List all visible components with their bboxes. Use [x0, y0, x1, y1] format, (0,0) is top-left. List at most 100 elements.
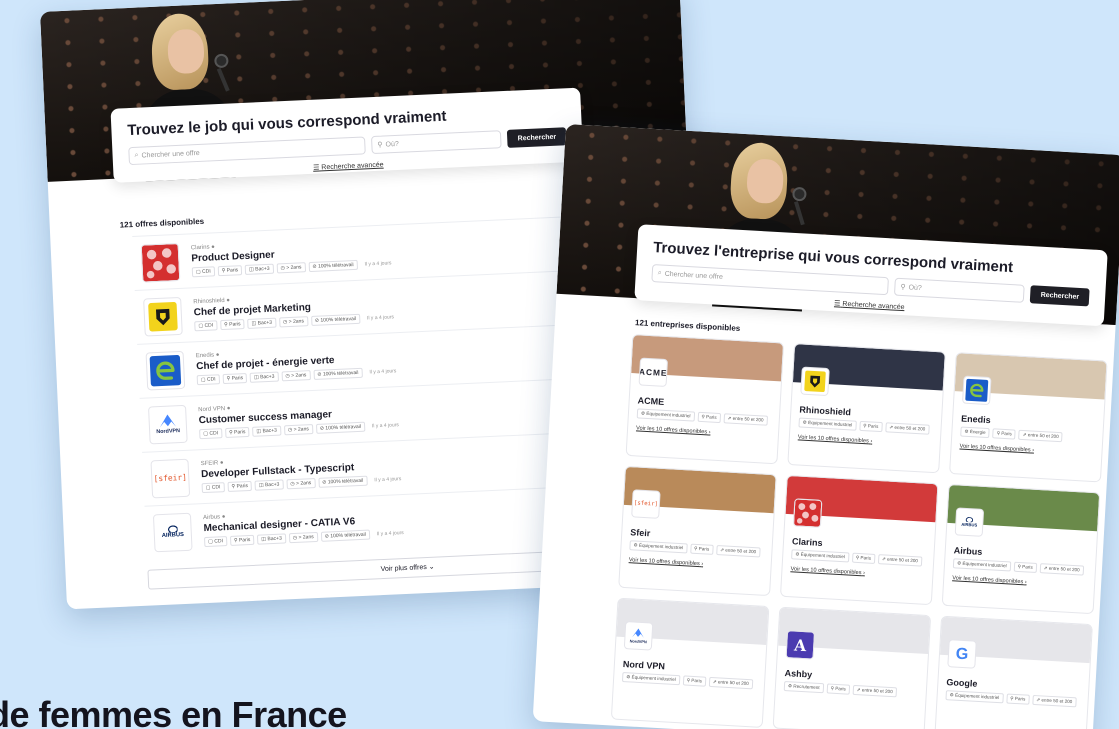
search-button[interactable]: Rechercher [507, 127, 567, 148]
size-tag: ⇗ entre 50 et 200 [1018, 429, 1063, 443]
city-tag: ⚲ Paris [697, 411, 721, 424]
sfeir-logo: [sfeir] [150, 458, 191, 498]
job-tag: ⊘ 100% télétravail [320, 529, 371, 542]
job-tag: ◫ Bac+3 [257, 532, 287, 545]
job-tag: ▢ CDI [194, 319, 218, 331]
google-logo: G [947, 639, 977, 669]
job-tag: ◷ > 2ans [281, 369, 311, 381]
airbus-logo-text: AIRBUS [961, 522, 978, 528]
verified-icon: ● [221, 513, 226, 520]
graduation-icon: ◫ [253, 373, 259, 381]
chevron-right-icon: › [701, 561, 704, 568]
job-tag: ⚲ Paris [224, 426, 250, 438]
sector-tag: ⚙ Équipement industriel [798, 417, 857, 431]
city-tag: ⚲ Paris [689, 543, 714, 555]
city-tag: ⚲ Paris [682, 675, 707, 687]
job-tag: ◫ Bac+3 [249, 371, 279, 383]
location-pin-icon: ⚲ [900, 283, 906, 292]
team-size-icon: ⇗ [856, 687, 861, 693]
sector-tag: ⚙ Équipement industriel [945, 690, 1004, 704]
job-tag: ⊘ 100% télétravail [313, 367, 363, 380]
posted-ago: Il y a 4 jours [374, 475, 402, 483]
location-pin-icon: ⚲ [996, 430, 1001, 436]
location-input[interactable]: ⚲ Où? [893, 277, 1026, 303]
job-tag: ◷ > 2ans [283, 423, 313, 435]
gear-icon: ⚙ [949, 692, 954, 698]
job-search-input[interactable]: ⌕ Chercher une offre [128, 136, 366, 166]
company-offers-link[interactable]: Voir les 10 offres disponibles › [952, 575, 1086, 588]
gear-icon: ⚙ [640, 410, 646, 416]
clarins-logo [140, 242, 181, 283]
gear-icon: ⚙ [956, 560, 962, 566]
location-pin-icon: ⚲ [231, 483, 236, 490]
remote-icon: ⊘ [317, 371, 322, 378]
search-button[interactable]: Rechercher [1030, 285, 1090, 307]
job-tag: ◷ > 2ans [288, 531, 318, 543]
team-size-icon: ⇗ [889, 424, 894, 430]
job-tag: ⚲ Paris [227, 480, 253, 492]
headline-text: de femmes en France [0, 694, 347, 729]
size-tag: ⇗ entre 50 et 200 [715, 545, 761, 558]
company-offers-link[interactable]: Voir les 10 offres disponibles › [629, 557, 763, 570]
company-card[interactable]: NordVPN Nord VPN ⚙ Équipement industriel ⚲ … [610, 597, 770, 728]
job-tag: ▢ CDI [191, 265, 215, 277]
posted-ago: Il y a 4 jours [371, 421, 399, 429]
companies-page-screenshot: Trouvez l'entreprise qui vous correspond… [532, 124, 1119, 729]
team-size-icon: ⇗ [712, 679, 717, 685]
filter-sliders-icon: ☰ [833, 300, 841, 308]
filter-sliders-icon: ☰ [312, 164, 320, 172]
company-card[interactable]: Enedis ⚙ Énergie ⚲ Paris ⇗ entre 50 et 200 V… [949, 352, 1108, 483]
briefcase-icon: ▢ [205, 484, 211, 491]
search-icon: ⌕ [134, 151, 139, 159]
gear-icon: ⚙ [633, 542, 638, 548]
job-tag: ◫ Bac+3 [254, 478, 284, 491]
job-tag: ◷ > 2ans [278, 315, 309, 327]
sfeir-logo-text: [sfeir] [633, 500, 659, 508]
size-tag: ⇗ entre 50 et 200 [723, 413, 768, 426]
team-size-icon: ⇗ [1022, 431, 1027, 438]
verified-icon: ● [215, 351, 220, 358]
job-tag: ▢ CDI [199, 427, 223, 439]
job-tag: ⚲ Paris [217, 264, 243, 276]
sector-tag: ⚙ Équipement industriel [636, 408, 695, 422]
company-card[interactable]: AIRBUS Airbus ⚙ Équipement industriel ⚲ Par… [941, 483, 1101, 615]
experience-icon: ◷ [287, 426, 293, 433]
gear-icon: ⚙ [964, 428, 969, 434]
sector-tag: ⚙ Recrutement [783, 681, 824, 694]
remote-icon: ⊘ [322, 478, 327, 486]
gear-icon: ⚙ [787, 683, 793, 689]
job-tag: ◫ Bac+3 [247, 317, 277, 329]
company-card[interactable]: Rhinoshield ⚙ Équipement industriel ⚲ Pari… [787, 343, 946, 474]
city-tag: ⚲ Paris [1005, 693, 1030, 705]
size-tag: ⇗ entre 50 et 200 [1039, 563, 1084, 576]
nordvpn-logo-text: NordVPN [629, 638, 647, 644]
airbus-logo-text: AIRBUS [161, 532, 185, 540]
team-size-icon: ⇗ [881, 556, 886, 562]
remote-icon: ⊘ [312, 263, 317, 270]
posted-ago: Il y a 4 jours [364, 259, 392, 268]
company-card[interactable]: Clarins ⚙ Équipement industriel ⚲ Paris ⇗ e… [779, 474, 939, 606]
company-offers-link[interactable]: Voir les 10 offres disponibles › [959, 443, 1093, 456]
search-icon: ⌕ [657, 269, 662, 277]
company-offers-link[interactable]: Voir les 10 offres disponibles › [790, 566, 924, 579]
location-pin-icon: ⚲ [693, 545, 698, 551]
job-tag: ⚲ Paris [222, 372, 248, 384]
rhinoshield-logo [800, 366, 830, 397]
experience-icon: ◷ [292, 534, 298, 541]
company-offers-link[interactable]: Voir les 10 offres disponibles › [636, 425, 770, 438]
company-card[interactable]: A Ashby ⚙ Recrutement ⚲ Paris ⇗ entre 50 et … [772, 606, 932, 729]
city-tag: ⚲ Paris [851, 552, 876, 564]
company-card[interactable]: G Google ⚙ Équipement industriel ⚲ Paris ⇗ e… [934, 615, 1093, 729]
team-size-icon: ⇗ [1043, 565, 1048, 571]
location-pin-icon: ⚲ [226, 375, 231, 382]
google-logo-text: G [955, 644, 969, 663]
job-tag: ◷ > 2ans [286, 477, 316, 489]
company-offers-link[interactable]: Voir les 10 offres disponibles › [798, 434, 932, 447]
location-pin-icon: ⚲ [830, 685, 835, 691]
job-tag: ⚲ Paris [229, 534, 255, 546]
enedis-logo [962, 375, 992, 406]
location-pin-icon: ⚲ [1010, 695, 1014, 701]
company-card[interactable]: ACME ACME ⚙ Équipement industriel ⚲ Paris ⇗ … [625, 334, 785, 465]
location-input[interactable]: ⚲ Où? [371, 130, 503, 155]
company-card[interactable]: [sfeir] Sfeir ⚙ Équipement industriel ⚲ Par… [618, 465, 777, 597]
